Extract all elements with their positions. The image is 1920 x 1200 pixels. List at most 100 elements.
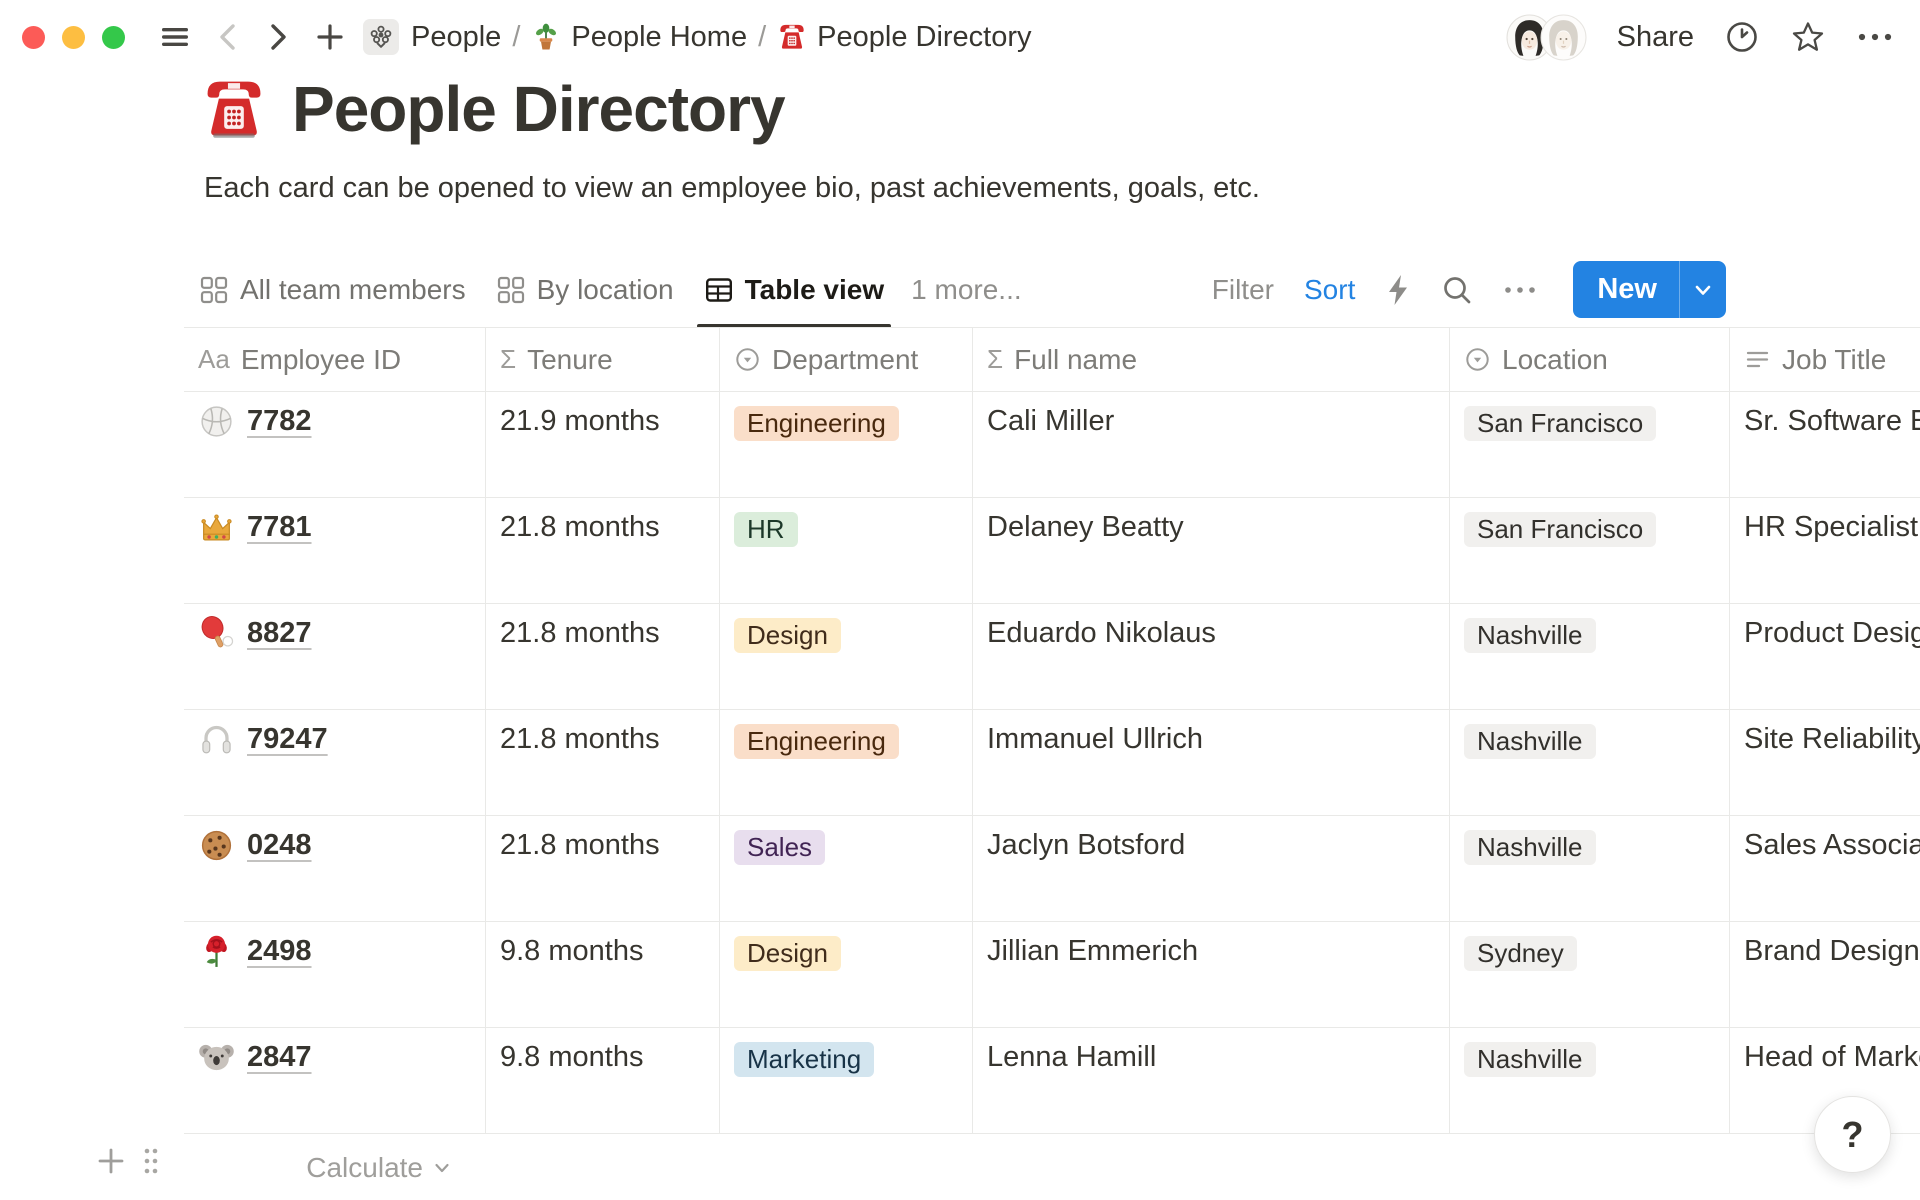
employee-id-value[interactable]: 2498: [247, 932, 312, 970]
employee-id-value[interactable]: 0248: [247, 826, 312, 864]
breadcrumb-label: People Directory: [817, 21, 1031, 54]
table-row[interactable]: 0248 21.8 months Sales Jaclyn Botsford N…: [184, 816, 1920, 922]
employee-id-value[interactable]: 79247: [247, 720, 328, 758]
department-cell[interactable]: Engineering: [720, 710, 973, 815]
department-cell[interactable]: Design: [720, 922, 973, 1027]
tenure-cell[interactable]: 21.9 months: [486, 392, 720, 497]
flower-icon: [369, 25, 393, 49]
favorite-star-icon[interactable]: [1790, 19, 1826, 55]
table-row[interactable]: 7782 21.9 months Engineering Cali Miller…: [184, 392, 1920, 498]
updates-clock-icon[interactable]: [1724, 19, 1760, 55]
add-row-plus-icon[interactable]: [96, 1146, 126, 1176]
department-cell[interactable]: Marketing: [720, 1028, 973, 1133]
employee-id-cell[interactable]: 0248: [184, 816, 486, 921]
full-name-cell[interactable]: Delaney Beatty: [973, 498, 1450, 603]
new-tab-plus-icon[interactable]: [315, 22, 345, 52]
employee-id-cell[interactable]: 7782: [184, 392, 486, 497]
new-dropdown-chevron-icon[interactable]: [1680, 261, 1726, 318]
full-name-cell[interactable]: Eduardo Nikolaus: [973, 604, 1450, 709]
column-header-job-title[interactable]: Job Title: [1730, 328, 1920, 391]
department-cell[interactable]: Design: [720, 604, 973, 709]
tenure-cell[interactable]: 21.8 months: [486, 710, 720, 815]
breadcrumb-people[interactable]: People: [411, 21, 501, 54]
automations-bolt-icon[interactable]: [1385, 273, 1411, 307]
department-cell[interactable]: Sales: [720, 816, 973, 921]
employee-id-cell[interactable]: 2498: [184, 922, 486, 1027]
full-name-cell[interactable]: Jaclyn Botsford: [973, 816, 1450, 921]
calculate-dropdown[interactable]: Calculate: [184, 1146, 486, 1190]
department-cell[interactable]: Engineering: [720, 392, 973, 497]
forward-icon[interactable]: [265, 21, 291, 53]
share-button[interactable]: Share: [1617, 21, 1694, 54]
tenure-cell[interactable]: 9.8 months: [486, 922, 720, 1027]
tab-all-team-members[interactable]: All team members: [184, 252, 481, 327]
tenure-cell[interactable]: 21.8 months: [486, 498, 720, 603]
table-row[interactable]: 79247 21.8 months Engineering Immanuel U…: [184, 710, 1920, 816]
breadcrumb-people-home[interactable]: People Home: [531, 21, 747, 54]
column-header-tenure[interactable]: Σ Tenure: [486, 328, 720, 391]
location-cell[interactable]: Sydney: [1450, 922, 1730, 1027]
column-header-department[interactable]: Department: [720, 328, 973, 391]
more-views-button[interactable]: 1 more...: [899, 274, 1033, 306]
drag-handle-icon[interactable]: [142, 1146, 160, 1176]
full-name-cell[interactable]: Lenna Hamill: [973, 1028, 1450, 1133]
select-property-icon: [734, 346, 761, 373]
tab-by-location[interactable]: By location: [481, 252, 689, 327]
search-icon[interactable]: [1441, 274, 1473, 306]
employee-id-cell[interactable]: 2847: [184, 1028, 486, 1133]
location-cell[interactable]: San Francisco: [1450, 498, 1730, 603]
full-name-cell[interactable]: Cali Miller: [973, 392, 1450, 497]
full-name-cell[interactable]: Jillian Emmerich: [973, 922, 1450, 1027]
sort-button[interactable]: Sort: [1304, 274, 1355, 306]
employee-id-value[interactable]: 7781: [247, 508, 312, 546]
job-title-cell[interactable]: Sales Associate: [1730, 816, 1920, 921]
table-row[interactable]: 8827 21.8 months Design Eduardo Nikolaus…: [184, 604, 1920, 710]
employee-id-value[interactable]: 8827: [247, 614, 312, 652]
view-options-icon[interactable]: [1503, 285, 1537, 295]
collaborator-avatars[interactable]: [1506, 14, 1587, 61]
table-row[interactable]: 2498 9.8 months Design Jillian Emmerich …: [184, 922, 1920, 1028]
location-cell[interactable]: San Francisco: [1450, 392, 1730, 497]
table-row[interactable]: 7781 21.8 months HR Delaney Beatty San F…: [184, 498, 1920, 604]
more-options-icon[interactable]: [1856, 31, 1894, 43]
column-label: Job Title: [1782, 344, 1886, 376]
tenure-cell[interactable]: 9.8 months: [486, 1028, 720, 1133]
workspace-icon[interactable]: [363, 19, 399, 55]
minimize-window-button[interactable]: [62, 26, 85, 49]
table-row[interactable]: 2847 9.8 months Marketing Lenna Hamill N…: [184, 1028, 1920, 1134]
zoom-window-button[interactable]: [102, 26, 125, 49]
tab-table-view[interactable]: Table view: [689, 252, 900, 327]
job-title-cell[interactable]: HR Specialist: [1730, 498, 1920, 603]
location-cell[interactable]: Nashville: [1450, 604, 1730, 709]
employee-id-cell[interactable]: 7781: [184, 498, 486, 603]
job-title-cell[interactable]: Product Designer: [1730, 604, 1920, 709]
gallery-view-icon: [199, 275, 229, 305]
new-button[interactable]: New: [1573, 261, 1679, 318]
department-cell[interactable]: HR: [720, 498, 973, 603]
page-icon-red-telephone[interactable]: [200, 75, 268, 143]
back-icon[interactable]: [215, 21, 241, 53]
full-name-cell[interactable]: Immanuel Ullrich: [973, 710, 1450, 815]
employee-id-cell[interactable]: 8827: [184, 604, 486, 709]
job-title-cell[interactable]: Sr. Software Engineer: [1730, 392, 1920, 497]
column-header-full-name[interactable]: Σ Full name: [973, 328, 1450, 391]
location-cell[interactable]: Nashville: [1450, 710, 1730, 815]
job-title-cell[interactable]: Site Reliability Engineer: [1730, 710, 1920, 815]
column-header-location[interactable]: Location: [1450, 328, 1730, 391]
employee-id-cell[interactable]: 79247: [184, 710, 486, 815]
help-button[interactable]: ?: [1814, 1096, 1891, 1173]
close-window-button[interactable]: [22, 26, 45, 49]
sidebar-menu-icon[interactable]: [159, 21, 191, 53]
tenure-cell[interactable]: 21.8 months: [486, 816, 720, 921]
employee-id-value[interactable]: 2847: [247, 1038, 312, 1076]
potted-plant-icon: [531, 22, 561, 52]
job-title-cell[interactable]: Brand Designer: [1730, 922, 1920, 1027]
tenure-cell[interactable]: 21.8 months: [486, 604, 720, 709]
location-cell[interactable]: Nashville: [1450, 816, 1730, 921]
employee-id-value[interactable]: 7782: [247, 402, 312, 440]
breadcrumb-people-directory[interactable]: People Directory: [777, 21, 1031, 54]
column-header-employee-id[interactable]: Aa Employee ID: [184, 328, 486, 391]
filter-button[interactable]: Filter: [1212, 274, 1274, 306]
window-titlebar: People / People Home /: [0, 0, 1920, 74]
location-cell[interactable]: Nashville: [1450, 1028, 1730, 1133]
